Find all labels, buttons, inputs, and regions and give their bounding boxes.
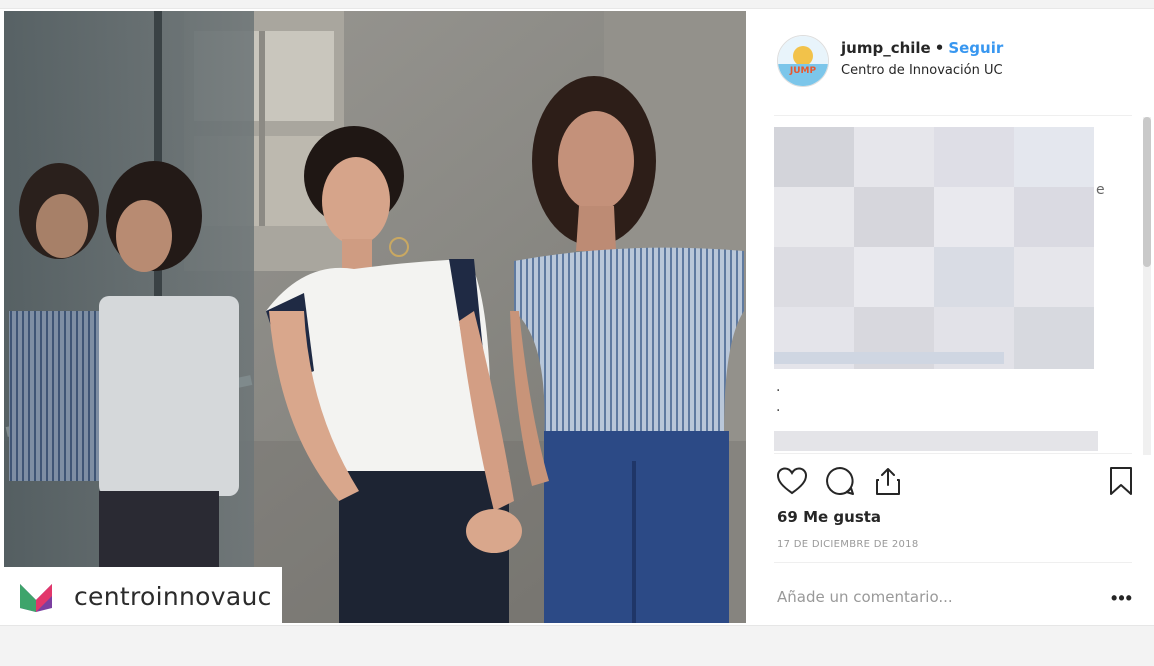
comment-icon <box>826 467 854 495</box>
centroinnova-logo-icon <box>20 584 52 612</box>
more-options-button[interactable]: ••• <box>1106 583 1138 613</box>
caption-fragment: e <box>1096 182 1105 198</box>
share-icon <box>876 468 900 495</box>
screenshot: centroinnovauc JUMP jump_chile • Seguir Ce… <box>0 0 1154 666</box>
avatar-text: JUMP <box>789 66 817 76</box>
caption-fragment: . <box>776 399 780 415</box>
watermark-badge: centroinnovauc <box>4 567 282 625</box>
watermark-text: centroinnovauc <box>74 581 272 611</box>
save-button[interactable] <box>1103 461 1139 501</box>
username-link[interactable]: jump_chile <box>841 39 931 57</box>
divider <box>774 453 1132 454</box>
divider <box>774 115 1132 116</box>
instagram-post: centroinnovauc JUMP jump_chile • Seguir Ce… <box>0 8 1154 626</box>
avatar[interactable]: JUMP <box>777 35 829 87</box>
comment-button[interactable] <box>822 461 858 501</box>
location-link[interactable]: Centro de Innovación UC <box>841 63 1003 78</box>
divider <box>774 562 1132 563</box>
post-side-panel: JUMP jump_chile • Seguir Centro de Innovac… <box>750 9 1154 625</box>
photo-illustration <box>4 11 746 623</box>
username-line: jump_chile • Seguir <box>841 39 1003 57</box>
follow-button[interactable]: Seguir <box>948 39 1003 57</box>
heart-icon <box>777 467 807 495</box>
post-date: 17 DE DICIEMBRE DE 2018 <box>777 539 919 550</box>
like-button[interactable] <box>774 461 810 501</box>
likes-count[interactable]: 69 Me gusta <box>777 508 881 526</box>
avatar-image: JUMP <box>778 36 828 86</box>
caption-area: e . . <box>774 127 1134 453</box>
scrollbar-thumb[interactable] <box>1143 117 1151 267</box>
comment-input[interactable] <box>777 579 1077 615</box>
caption-scrollbar[interactable] <box>1143 117 1151 455</box>
action-bar <box>774 461 1134 501</box>
post-photo[interactable] <box>4 11 746 623</box>
bookmark-icon <box>1110 467 1132 495</box>
share-button[interactable] <box>870 461 906 501</box>
caption-fragment: . <box>776 379 780 395</box>
separator-dot: • <box>934 39 945 57</box>
post-header: JUMP jump_chile • Seguir Centro de Innovac… <box>750 9 1154 109</box>
pixelated-caption: e . . <box>774 127 1105 451</box>
